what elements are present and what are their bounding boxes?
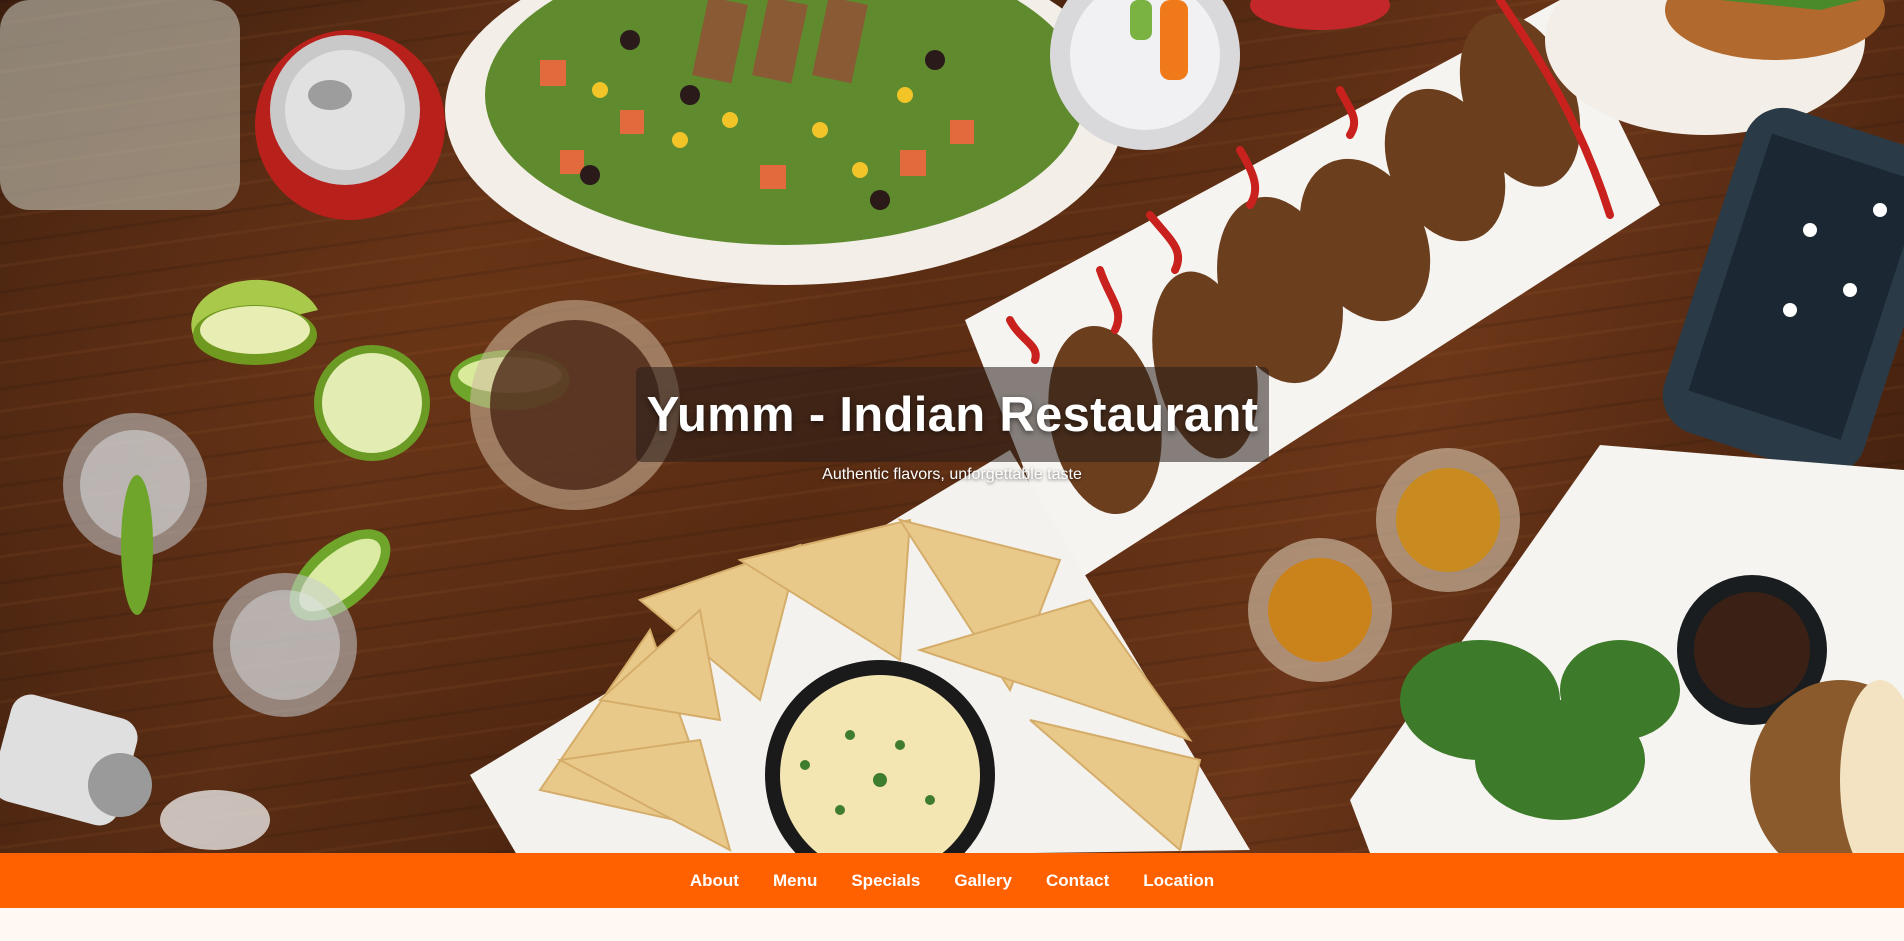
nav-link-gallery[interactable]: Gallery [937, 871, 1029, 891]
hero-section: Yumm - Indian Restaurant Authentic flavo… [0, 0, 1904, 853]
nav-link-contact[interactable]: Contact [1029, 871, 1126, 891]
nav-link-location[interactable]: Location [1126, 871, 1231, 891]
nav-link-menu[interactable]: Menu [756, 871, 834, 891]
title-box: Yumm - Indian Restaurant [636, 367, 1269, 462]
nav-link-about[interactable]: About [673, 871, 756, 891]
content-area [0, 908, 1904, 941]
page-title: Yumm - Indian Restaurant [646, 387, 1259, 442]
nav-link-specials[interactable]: Specials [834, 871, 937, 891]
page-subtitle: Authentic flavors, unforgettable taste [822, 466, 1082, 483]
main-nav: About Menu Specials Gallery Contact Loca… [0, 853, 1904, 908]
